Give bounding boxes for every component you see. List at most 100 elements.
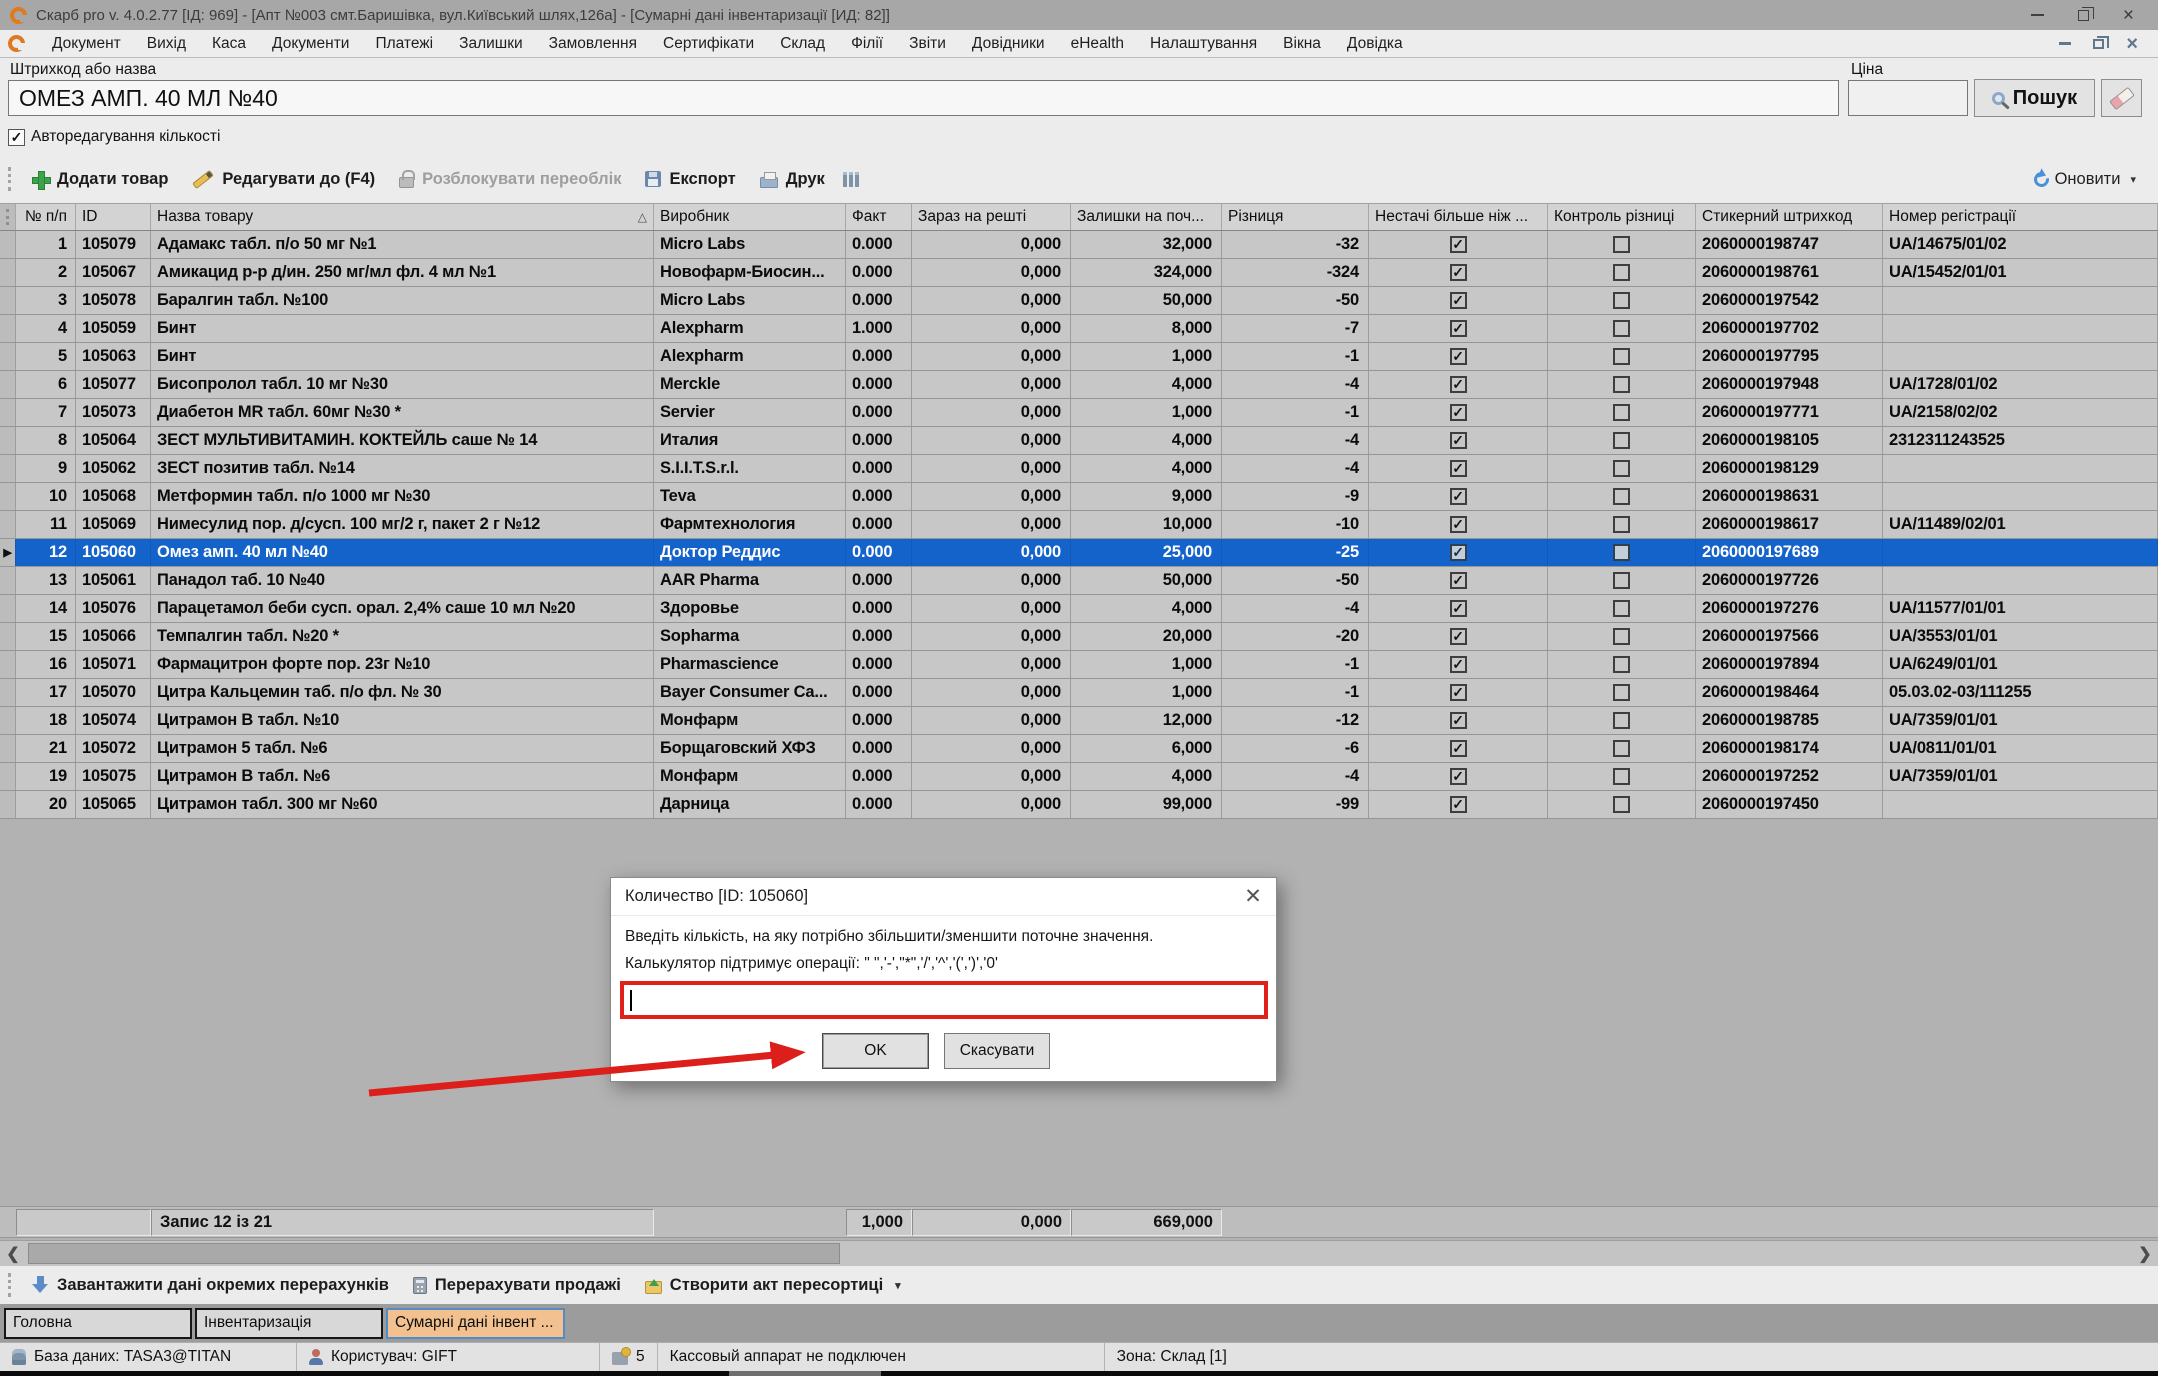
table-row[interactable]: 16 105071 Фармацитрон форте пор. 23г №10… bbox=[0, 651, 2158, 679]
barcode-input[interactable] bbox=[8, 80, 1839, 116]
scroll-left-icon[interactable]: ❮ bbox=[0, 1241, 26, 1266]
menu-item[interactable]: eHealth bbox=[1058, 35, 1137, 53]
shortage-checkbox[interactable] bbox=[1450, 628, 1467, 645]
recalc-sales-button[interactable]: Перерахувати продажі bbox=[401, 1276, 633, 1295]
header-sticker[interactable]: Стикерний штрихкод bbox=[1696, 204, 1883, 230]
columns-icon[interactable] bbox=[843, 172, 859, 187]
menu-item[interactable]: Довідка bbox=[1334, 35, 1416, 53]
header-reg[interactable]: Номер регістрації bbox=[1883, 204, 2158, 230]
add-item-button[interactable]: Додати товар bbox=[20, 170, 180, 189]
tab-inactive[interactable]: Інвентаризація bbox=[195, 1308, 383, 1339]
menu-item[interactable]: Документи bbox=[259, 35, 362, 53]
control-checkbox[interactable] bbox=[1613, 404, 1630, 421]
tab-active[interactable]: Сумарні дані інвент ... bbox=[386, 1308, 565, 1339]
shortage-checkbox[interactable] bbox=[1450, 376, 1467, 393]
edit-button[interactable]: Редагувати до (F4) bbox=[180, 170, 387, 189]
header-now[interactable]: Зараз на решті bbox=[912, 204, 1071, 230]
table-row[interactable]: 3 105078 Баралгин табл. №100 Micro Labs … bbox=[0, 287, 2158, 315]
header-diff[interactable]: Різниця bbox=[1222, 204, 1369, 230]
header-name[interactable]: Назва товару △ bbox=[151, 204, 654, 230]
control-checkbox[interactable] bbox=[1613, 376, 1630, 393]
menu-item[interactable]: Залишки bbox=[446, 35, 536, 53]
export-button[interactable]: Експорт bbox=[633, 170, 747, 189]
shortage-checkbox[interactable] bbox=[1450, 740, 1467, 757]
shortage-checkbox[interactable] bbox=[1450, 348, 1467, 365]
table-row[interactable]: 2 105067 Амикацид р-р д/ин. 250 мг/мл фл… bbox=[0, 259, 2158, 287]
mdi-close-icon[interactable]: × bbox=[2126, 35, 2138, 53]
header-shortage[interactable]: Нестачі більше ніж ... bbox=[1369, 204, 1548, 230]
control-checkbox[interactable] bbox=[1613, 544, 1630, 561]
menu-item[interactable]: Сертифікати bbox=[650, 35, 767, 53]
control-checkbox[interactable] bbox=[1613, 292, 1630, 309]
control-checkbox[interactable] bbox=[1613, 516, 1630, 533]
shortage-checkbox[interactable] bbox=[1450, 544, 1467, 561]
shortage-checkbox[interactable] bbox=[1450, 264, 1467, 281]
header-fact[interactable]: Факт bbox=[846, 204, 912, 230]
control-checkbox[interactable] bbox=[1613, 320, 1630, 337]
mdi-minimize-icon[interactable] bbox=[2059, 42, 2071, 45]
refresh-dropdown-icon[interactable]: ▾ bbox=[2130, 173, 2136, 186]
control-checkbox[interactable] bbox=[1613, 740, 1630, 757]
table-row[interactable]: 19 105075 Цитрамон В табл. №6 Монфарм 0.… bbox=[0, 763, 2158, 791]
shortage-checkbox[interactable] bbox=[1450, 404, 1467, 421]
shortage-checkbox[interactable] bbox=[1450, 712, 1467, 729]
control-checkbox[interactable] bbox=[1613, 572, 1630, 589]
table-row[interactable]: ▶ 12 105060 Омез амп. 40 мл №40 Доктор Р… bbox=[0, 539, 2158, 567]
ok-button[interactable]: OK bbox=[822, 1033, 929, 1069]
shortage-checkbox[interactable] bbox=[1450, 684, 1467, 701]
restore-icon[interactable] bbox=[2078, 10, 2089, 21]
menu-item[interactable]: Вікна bbox=[1270, 35, 1334, 53]
scrollbar-thumb[interactable] bbox=[28, 1243, 840, 1264]
table-row[interactable]: 10 105068 Метформин табл. п/о 1000 мг №3… bbox=[0, 483, 2158, 511]
menu-item[interactable]: Звіти bbox=[896, 35, 959, 53]
price-input[interactable] bbox=[1848, 80, 1968, 116]
dialog-close-icon[interactable]: ✕ bbox=[1230, 878, 1276, 915]
menu-item[interactable]: Довідники bbox=[959, 35, 1058, 53]
tab-inactive[interactable]: Головна bbox=[4, 1308, 192, 1339]
table-row[interactable]: 18 105074 Цитрамон В табл. №10 Монфарм 0… bbox=[0, 707, 2158, 735]
menu-item[interactable]: Склад bbox=[767, 35, 838, 53]
mdi-restore-icon[interactable] bbox=[2093, 39, 2104, 49]
table-row[interactable]: 11 105069 Нимесулид пор. д/сусп. 100 мг/… bbox=[0, 511, 2158, 539]
table-row[interactable]: 9 105062 ЗЕСТ позитив табл. №14 S.I.I.T.… bbox=[0, 455, 2158, 483]
control-checkbox[interactable] bbox=[1613, 264, 1630, 281]
horizontal-scrollbar[interactable]: ❮ ❯ bbox=[0, 1240, 2158, 1266]
menu-item[interactable]: Замовлення bbox=[536, 35, 650, 53]
table-row[interactable]: 13 105061 Панадол таб. 10 №40 AAR Pharma… bbox=[0, 567, 2158, 595]
header-id[interactable]: ID bbox=[76, 204, 151, 230]
print-button[interactable]: Друк bbox=[748, 170, 837, 189]
table-row[interactable]: 4 105059 Бинт Alexpharm 1.000 0,000 8,00… bbox=[0, 315, 2158, 343]
table-row[interactable]: 8 105064 ЗЕСТ МУЛЬТИВИТАМИН. КОКТЕЙЛЬ са… bbox=[0, 427, 2158, 455]
quantity-input[interactable] bbox=[620, 981, 1268, 1019]
autoedit-checkbox[interactable]: ✓ bbox=[8, 129, 25, 146]
table-row[interactable]: 14 105076 Парацетамол беби сусп. орал. 2… bbox=[0, 595, 2158, 623]
header-producer[interactable]: Виробник bbox=[654, 204, 846, 230]
shortage-checkbox[interactable] bbox=[1450, 600, 1467, 617]
shortage-checkbox[interactable] bbox=[1450, 488, 1467, 505]
unlock-recount-button[interactable]: Розблокувати переоблік bbox=[387, 170, 633, 189]
table-row[interactable]: 17 105070 Цитра Кальцемин таб. п/о фл. №… bbox=[0, 679, 2158, 707]
search-button[interactable]: Пошук bbox=[1974, 79, 2095, 117]
shortage-checkbox[interactable] bbox=[1450, 516, 1467, 533]
close-icon[interactable]: × bbox=[2123, 6, 2134, 25]
table-row[interactable]: 7 105073 Диабетон MR табл. 60мг №30 * Se… bbox=[0, 399, 2158, 427]
menu-item[interactable]: Платежі bbox=[362, 35, 446, 53]
header-num[interactable]: № п/п bbox=[16, 204, 76, 230]
shortage-checkbox[interactable] bbox=[1450, 320, 1467, 337]
shortage-checkbox[interactable] bbox=[1450, 572, 1467, 589]
control-checkbox[interactable] bbox=[1613, 348, 1630, 365]
header-control[interactable]: Контроль різниці bbox=[1548, 204, 1696, 230]
control-checkbox[interactable] bbox=[1613, 796, 1630, 813]
scroll-right-icon[interactable]: ❯ bbox=[2132, 1241, 2158, 1266]
minimize-icon[interactable] bbox=[2031, 14, 2044, 16]
menu-item[interactable]: Документ bbox=[39, 35, 134, 53]
refresh-button[interactable]: Оновити ▾ bbox=[2034, 170, 2152, 189]
menu-item[interactable]: Філії bbox=[838, 35, 896, 53]
header-start[interactable]: Залишки на поч... bbox=[1071, 204, 1222, 230]
shortage-checkbox[interactable] bbox=[1450, 656, 1467, 673]
control-checkbox[interactable] bbox=[1613, 628, 1630, 645]
control-checkbox[interactable] bbox=[1613, 684, 1630, 701]
control-checkbox[interactable] bbox=[1613, 488, 1630, 505]
table-row[interactable]: 15 105066 Темпалгин табл. №20 * Sopharma… bbox=[0, 623, 2158, 651]
cancel-button[interactable]: Скасувати bbox=[944, 1033, 1050, 1069]
